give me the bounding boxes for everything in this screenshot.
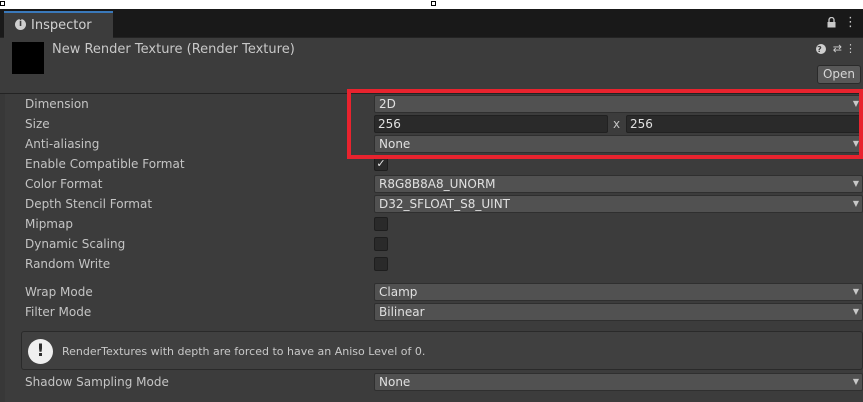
red-highlight-box xyxy=(347,89,863,159)
dynamic-scaling-label: Dynamic Scaling xyxy=(25,237,126,251)
color-format-label: Color Format xyxy=(25,177,103,191)
row-dynamic-scaling: Dynamic Scaling xyxy=(5,234,863,254)
filter-mode-label: Filter Mode xyxy=(25,305,92,319)
row-random-write: Random Write xyxy=(5,254,863,274)
svg-text:?: ? xyxy=(817,45,825,54)
mipmap-label: Mipmap xyxy=(25,217,73,231)
dimension-label: Dimension xyxy=(25,97,89,111)
row-filter-mode: Filter Mode Bilinear ▼ xyxy=(5,302,863,322)
depth-stencil-format-label: Depth Stencil Format xyxy=(25,197,153,211)
dynamic-scaling-checkbox[interactable] xyxy=(374,237,388,251)
info-icon: i xyxy=(15,19,26,30)
help-icon[interactable]: ? xyxy=(816,42,833,55)
random-write-label: Random Write xyxy=(25,257,111,271)
tab-bar: i Inspector ⋮ xyxy=(0,9,863,38)
size-label: Size xyxy=(25,117,50,131)
header-icons: ? ⇄⋮ xyxy=(816,42,859,55)
lock-icon[interactable] xyxy=(827,15,836,30)
wrap-mode-label: Wrap Mode xyxy=(25,285,93,299)
aniso-warning-text: RenderTextures with depth are forced to … xyxy=(62,345,426,358)
mipmap-checkbox[interactable] xyxy=(374,217,388,231)
row-wrap-mode: Wrap Mode Clamp ▼ xyxy=(5,282,863,302)
preset-icon[interactable]: ⇄ xyxy=(833,42,845,55)
color-format-dropdown[interactable]: R8G8B8A8_UNORM ▼ xyxy=(374,175,863,193)
row-mipmap: Mipmap xyxy=(5,214,863,234)
row-depth-stencil-format: Depth Stencil Format D32_SFLOAT_S8_UINT … xyxy=(5,194,863,214)
enable-compatible-format-label: Enable Compatible Format xyxy=(25,157,185,171)
wrap-mode-dropdown[interactable]: Clamp ▼ xyxy=(374,283,863,301)
shadow-sampling-mode-label: Shadow Sampling Mode xyxy=(25,375,169,389)
depth-stencil-format-dropdown[interactable]: D32_SFLOAT_S8_UINT ▼ xyxy=(374,195,863,213)
filter-mode-dropdown[interactable]: Bilinear ▼ xyxy=(374,303,863,321)
filter-mode-value: Bilinear xyxy=(379,305,425,319)
texture-thumbnail xyxy=(12,42,44,74)
color-format-value: R8G8B8A8_UNORM xyxy=(379,177,496,191)
depth-stencil-format-value: D32_SFLOAT_S8_UINT xyxy=(379,197,511,211)
menu-icon[interactable]: ⋮ xyxy=(844,15,857,30)
dropdown-arrow-icon: ▼ xyxy=(852,307,859,316)
asset-header: New Render Texture (Render Texture) ? ⇄⋮… xyxy=(0,38,863,94)
dropdown-arrow-icon: ▼ xyxy=(852,199,859,208)
open-button[interactable]: Open xyxy=(817,65,861,84)
tab-inspector[interactable]: i Inspector xyxy=(4,11,113,38)
row-color-format: Color Format R8G8B8A8_UNORM ▼ xyxy=(5,174,863,194)
context-menu-icon[interactable]: ⋮ xyxy=(845,42,859,55)
warning-icon: ! xyxy=(28,339,53,364)
dropdown-arrow-icon: ▼ xyxy=(852,287,859,296)
row-shadow-sampling-mode: Shadow Sampling Mode None ▼ xyxy=(5,372,863,392)
random-write-checkbox[interactable] xyxy=(374,257,388,271)
asset-title: New Render Texture (Render Texture) xyxy=(52,42,295,57)
aniso-warning-box: ! RenderTextures with depth are forced t… xyxy=(21,331,863,370)
wrap-mode-value: Clamp xyxy=(379,285,418,299)
enable-compatible-format-checkbox[interactable]: ✓ xyxy=(374,157,388,171)
dropdown-arrow-icon: ▼ xyxy=(852,179,859,188)
selection-handle-left xyxy=(0,1,5,6)
selection-handle-center xyxy=(431,1,436,6)
dropdown-arrow-icon: ▼ xyxy=(852,377,859,386)
anti-aliasing-label: Anti-aliasing xyxy=(25,137,100,151)
inspector-window: i Inspector ⋮ New Render Texture (Render … xyxy=(0,9,863,402)
shadow-sampling-mode-value: None xyxy=(379,375,411,389)
tab-label: Inspector xyxy=(31,18,92,33)
tab-controls: ⋮ xyxy=(827,15,857,30)
shadow-sampling-mode-dropdown[interactable]: None ▼ xyxy=(374,373,863,391)
